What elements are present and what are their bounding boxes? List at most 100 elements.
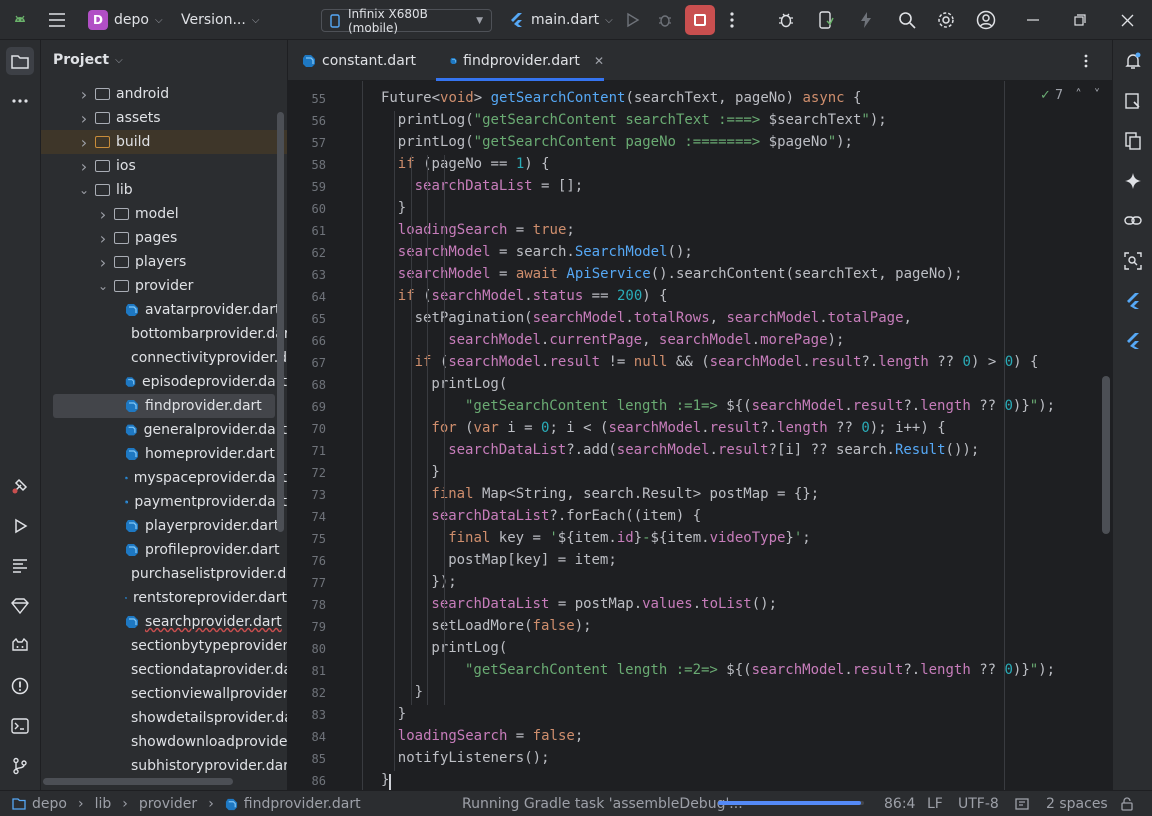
tree-item-provider[interactable]: ⌄ provider xyxy=(41,274,287,298)
file-encoding[interactable]: UTF-8 xyxy=(958,791,999,816)
tree-item-subhistoryprovider[interactable]: subhistoryprovider.dart xyxy=(41,754,287,778)
attach-debugger-icon[interactable] xyxy=(777,0,795,40)
tab-findprovider-dart[interactable]: findprovider.dart ✕ xyxy=(436,40,604,81)
tree-item-homeprovider[interactable]: homeprovider.dart xyxy=(41,442,287,466)
main-menu-icon[interactable] xyxy=(48,0,66,40)
background-task-label[interactable]: Running Gradle task 'assembleDebug'... xyxy=(462,791,743,816)
background-task-progress[interactable] xyxy=(718,801,864,805)
tree-item-searchprovider[interactable]: searchprovider.dart xyxy=(41,610,287,634)
tree-item-lib[interactable]: ⌄ lib xyxy=(41,178,287,202)
vcs-widget[interactable]: Version... ⌵ xyxy=(181,0,259,40)
run-icon[interactable] xyxy=(624,0,640,40)
tree-item-playerprovider[interactable]: playerprovider.dart xyxy=(41,514,287,538)
line-separator[interactable]: LF xyxy=(927,791,943,816)
account-icon[interactable] xyxy=(976,0,996,40)
flutter-outline-icon[interactable] xyxy=(1119,327,1147,355)
device-file-explorer-icon[interactable] xyxy=(1119,127,1147,155)
project-panel-header[interactable]: Project ⌵ xyxy=(53,52,123,68)
tab-options-icon[interactable] xyxy=(1084,40,1088,81)
link-icon[interactable] xyxy=(1119,207,1147,235)
read-only-lock-icon[interactable] xyxy=(1120,791,1134,816)
chevron-down-icon[interactable]: ˅ xyxy=(1094,88,1101,103)
settings-gear-icon[interactable] xyxy=(937,0,955,40)
hot-reload-icon[interactable] xyxy=(860,0,872,40)
tree-item-findprovider[interactable]: findprovider.dart xyxy=(53,394,275,418)
inspection-widget[interactable]: ✓ 7 ˄ ˅ xyxy=(1040,88,1100,103)
tree-item-assets[interactable]: › assets xyxy=(41,106,287,130)
tree-item-sectionbytypeprovider[interactable]: sectionbytypeprovider.dart xyxy=(41,634,287,658)
tree-item-avatarprovider[interactable]: avatarprovider.dart xyxy=(41,298,287,322)
terminal-icon[interactable] xyxy=(6,712,34,740)
chevron-right-icon[interactable]: › xyxy=(96,253,110,272)
chevron-right-icon[interactable]: › xyxy=(77,157,91,176)
android-icon[interactable] xyxy=(12,0,28,40)
editor-vertical-scrollbar[interactable] xyxy=(1102,376,1110,534)
device-manager-icon[interactable] xyxy=(818,0,834,40)
tree-item-generalprovider[interactable]: generalprovider.dart xyxy=(41,418,287,442)
breadcrumb-item[interactable]: findprovider.dart xyxy=(244,796,361,812)
more-actions-icon[interactable] xyxy=(730,0,734,40)
tree-item-purchaselistprovider[interactable]: purchaselistprovider.dart xyxy=(41,562,287,586)
tree-item-myspaceprovider[interactable]: myspaceprovider.dart xyxy=(41,466,287,490)
tree-item-showdownloadprovider[interactable]: showdownloadprovider.dart xyxy=(41,730,287,754)
close-tab-icon[interactable]: ✕ xyxy=(594,54,604,68)
close-icon[interactable] xyxy=(1121,0,1134,40)
notifications-bell-icon[interactable] xyxy=(1119,47,1147,75)
breadcrumb-item[interactable]: lib xyxy=(95,796,112,812)
project-tool-folder-icon[interactable] xyxy=(6,47,34,75)
logcat-icon[interactable] xyxy=(6,552,34,580)
tab-constant-dart[interactable]: constant.dart xyxy=(302,40,416,81)
breadcrumb-item[interactable]: provider xyxy=(139,796,197,812)
minimize-icon[interactable] xyxy=(1027,0,1039,40)
gradle-icon[interactable] xyxy=(1119,87,1147,115)
tree-item-connectivityprovider[interactable]: connectivityprovider.dart xyxy=(41,346,287,370)
run-config-selector[interactable]: main.dart ⌵ xyxy=(509,0,613,40)
run-tool-icon[interactable] xyxy=(6,512,34,540)
tree-item-bottombarprovider[interactable]: bottombarprovider.dart xyxy=(41,322,287,346)
more-tools-icon[interactable] xyxy=(6,87,34,115)
chevron-down-icon[interactable]: ⌄ xyxy=(77,183,91,197)
build-hammer-icon[interactable] xyxy=(6,472,34,500)
search-icon[interactable] xyxy=(898,0,916,40)
tree-item-android[interactable]: › android xyxy=(41,82,287,106)
chevron-right-icon[interactable]: › xyxy=(77,109,91,128)
chevron-right-icon[interactable]: › xyxy=(77,133,91,152)
tree-item-sectiondataprovider[interactable]: sectiondataprovider.dart xyxy=(41,658,287,682)
tree-item-rentstoreprovider[interactable]: rentstoreprovider.dart xyxy=(41,586,287,610)
tree-item-paymentprovider[interactable]: paymentprovider.dart xyxy=(41,490,287,514)
tree-item-pages[interactable]: › pages xyxy=(41,226,287,250)
breadcrumb-item[interactable]: depo xyxy=(32,796,67,812)
tree-item-players[interactable]: › players xyxy=(41,250,287,274)
tree-item-ios[interactable]: › ios xyxy=(41,154,287,178)
project-tree-horizontal-scrollbar[interactable] xyxy=(43,778,233,785)
debug-icon[interactable] xyxy=(657,0,673,40)
project-tree-vertical-scrollbar[interactable] xyxy=(277,112,284,532)
code-editor[interactable]: Future<void> getSearchContent(searchText… xyxy=(362,81,1102,790)
project-switcher[interactable]: D depo ⌵ xyxy=(88,0,163,40)
tree-item-showdetailsprovider[interactable]: showdetailsprovider.dart xyxy=(41,706,287,730)
git-icon[interactable] xyxy=(6,752,34,780)
chevron-up-icon[interactable]: ˄ xyxy=(1075,88,1082,103)
tree-item-episodeprovider[interactable]: episodeprovider.dart xyxy=(41,370,287,394)
app-quality-gem-icon[interactable] xyxy=(6,592,34,620)
stop-button[interactable] xyxy=(685,5,715,35)
indent-setting[interactable]: 2 spaces xyxy=(1046,791,1108,816)
chevron-right-icon[interactable]: › xyxy=(96,229,110,248)
maximize-icon[interactable] xyxy=(1074,0,1086,40)
memory-indicator-icon[interactable] xyxy=(1015,791,1029,816)
device-selector[interactable]: Infinix X680B (mobile) ▼ xyxy=(321,7,492,35)
tree-item-sectionviewallprovider[interactable]: sectionviewallprovider.dart xyxy=(41,682,287,706)
problems-icon[interactable] xyxy=(6,672,34,700)
caret-position[interactable]: 86:4 xyxy=(884,791,915,816)
gemini-sparkle-icon[interactable] xyxy=(1119,167,1147,195)
app-inspection-icon[interactable] xyxy=(6,632,34,660)
chevron-right-icon[interactable]: › xyxy=(96,205,110,224)
chevron-right-icon[interactable]: › xyxy=(77,85,91,104)
flutter-inspector-icon[interactable] xyxy=(1119,287,1147,315)
tree-item-build[interactable]: › build xyxy=(41,130,287,154)
layout-inspector-icon[interactable] xyxy=(1119,247,1147,275)
tree-item-model[interactable]: › model xyxy=(41,202,287,226)
code-token: )} xyxy=(1012,662,1030,678)
tree-item-profileprovider[interactable]: profileprovider.dart xyxy=(41,538,287,562)
chevron-down-icon[interactable]: ⌄ xyxy=(96,279,110,293)
